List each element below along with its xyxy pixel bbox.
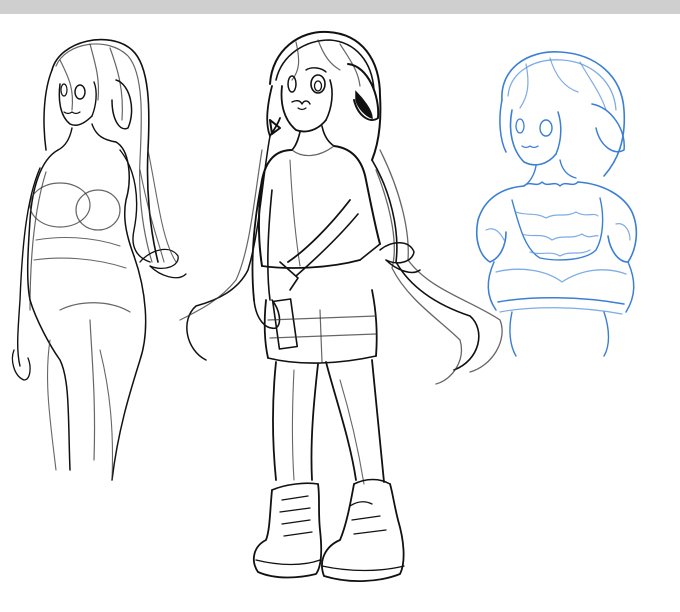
sketch-artwork bbox=[11, 30, 638, 582]
top-bar bbox=[0, 0, 680, 14]
center-figure bbox=[179, 30, 503, 582]
drawing-canvas bbox=[0, 14, 680, 612]
right-figure bbox=[475, 51, 638, 357]
left-figure bbox=[11, 38, 187, 481]
